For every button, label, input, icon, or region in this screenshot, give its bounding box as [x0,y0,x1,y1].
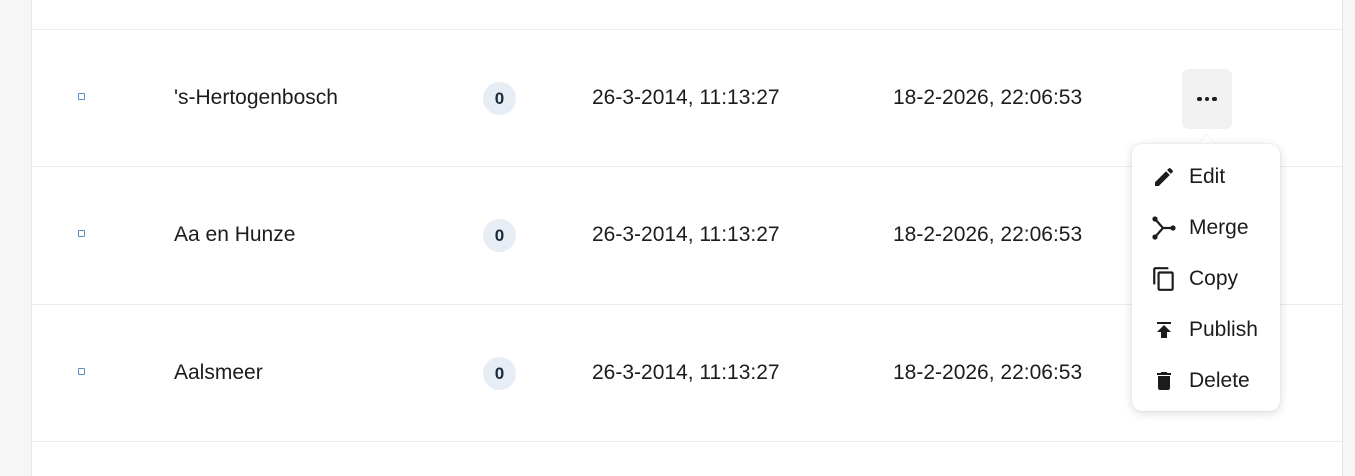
context-menu: Edit Merge Copy Publish Delete [1132,144,1280,411]
created-date: 26-3-2014, 11:13:27 [592,223,780,246]
row-checkbox[interactable] [78,93,85,100]
menu-item-label: Edit [1189,164,1226,188]
menu-pointer [1198,135,1216,144]
row-name: 's-Hertogenbosch [174,86,338,109]
row-name: Aalsmeer [174,361,263,384]
more-dot [1212,96,1217,102]
copy-icon [1151,266,1177,292]
modified-date: 18-2-2026, 22:06:53 [893,86,1083,109]
row-name: Aa en Hunze [174,223,296,246]
menu-item-copy[interactable]: Copy [1132,253,1280,304]
created-date: 26-3-2014, 11:13:27 [592,361,780,384]
menu-item-label: Publish [1189,317,1258,341]
count-badge: 0 [483,82,516,115]
modified-date: 18-2-2026, 22:06:53 [893,223,1083,246]
menu-item-edit[interactable]: Edit [1132,151,1280,202]
more-actions-button[interactable] [1182,69,1232,129]
count-badge: 0 [483,219,516,252]
modified-date: 18-2-2026, 22:06:53 [893,361,1083,384]
menu-item-label: Copy [1189,266,1239,290]
pencil-icon [1151,164,1177,190]
menu-item-label: Delete [1189,368,1250,392]
more-dot [1204,96,1210,102]
created-date: 26-3-2014, 11:13:27 [592,86,780,109]
menu-item-merge[interactable]: Merge [1132,202,1280,253]
row-checkbox[interactable] [78,368,85,375]
merge-icon [1151,215,1177,241]
trash-icon [1151,368,1177,394]
row-divider [32,441,1342,442]
more-dot [1197,96,1202,102]
publish-icon [1151,317,1177,343]
menu-item-delete[interactable]: Delete [1132,355,1280,406]
row-checkbox[interactable] [78,230,85,237]
count-badge: 0 [483,357,516,390]
menu-item-label: Merge [1189,215,1249,239]
menu-item-publish[interactable]: Publish [1132,304,1280,355]
